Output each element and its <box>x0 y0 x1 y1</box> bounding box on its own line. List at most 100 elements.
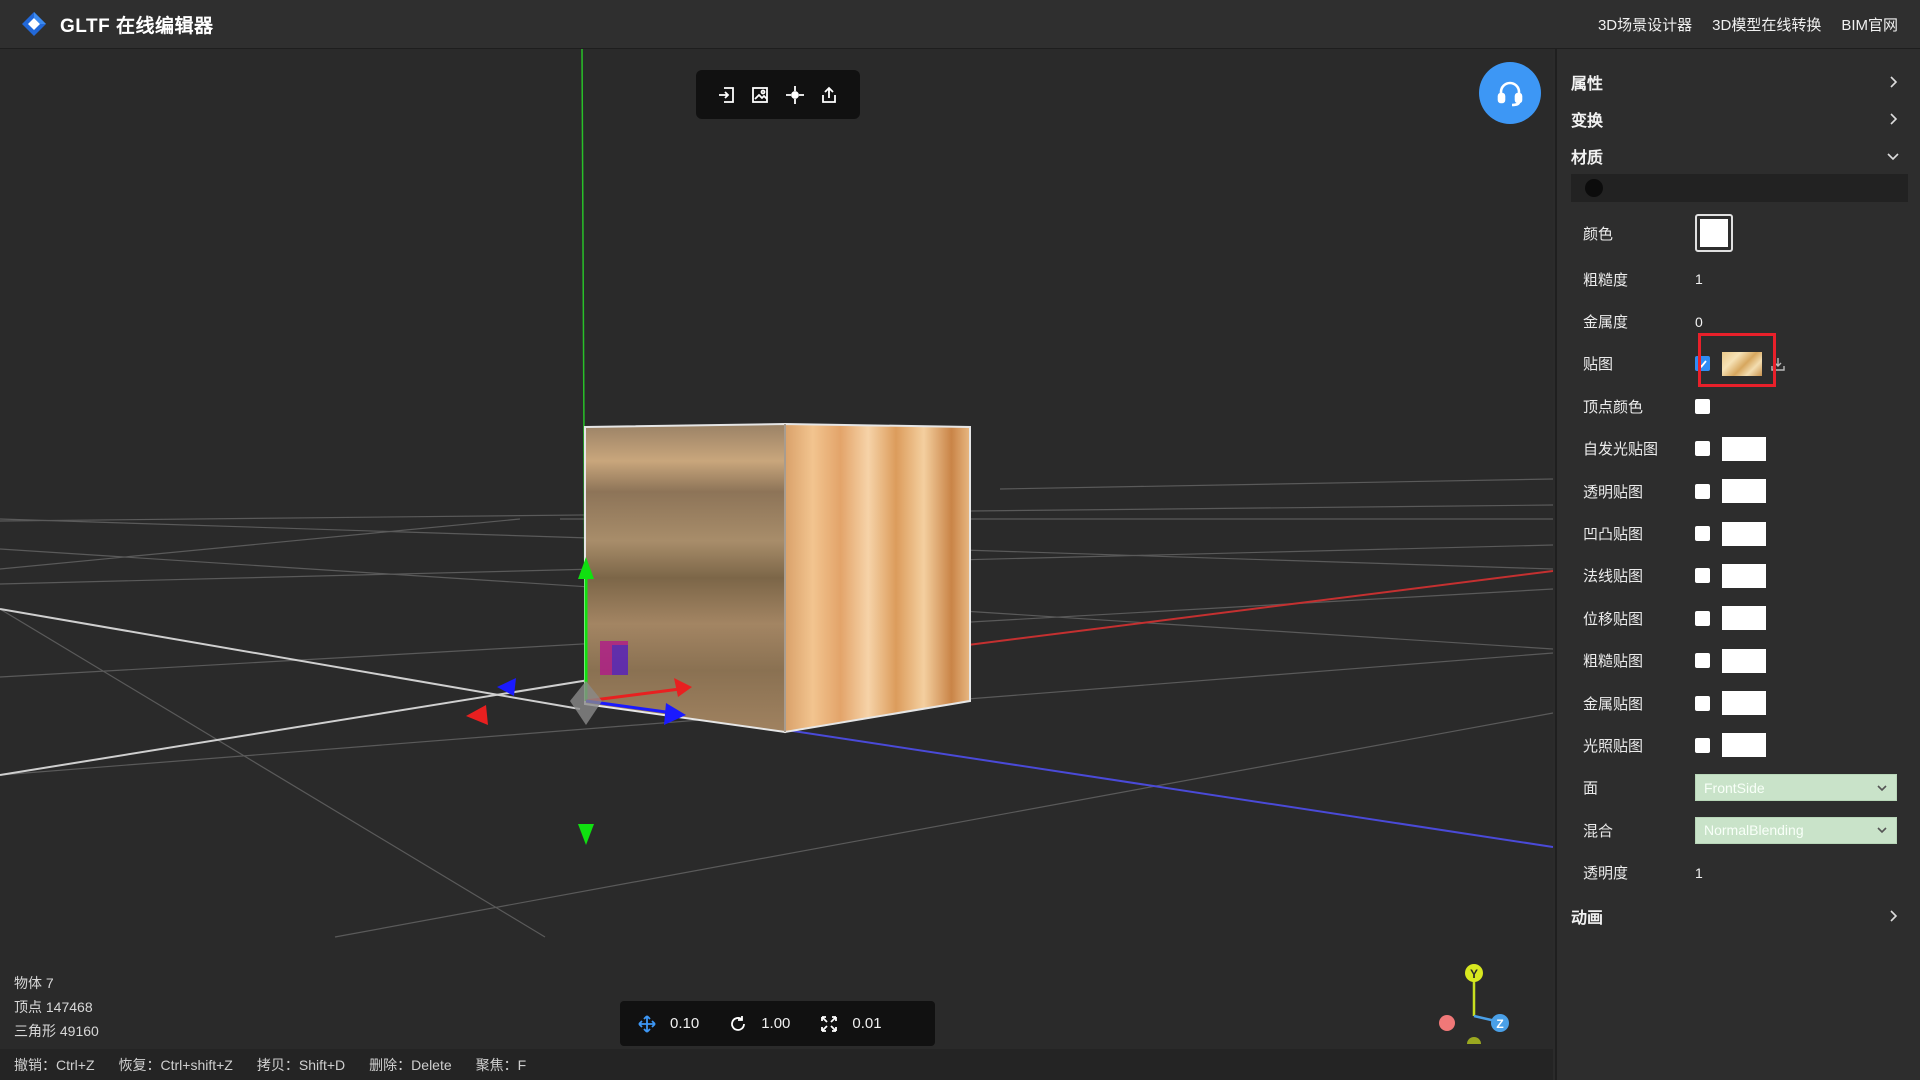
section-properties[interactable]: 属性 <box>1557 63 1920 100</box>
object-count: 物体 7 <box>14 975 54 991</box>
snap-scale-value[interactable]: 0.01 <box>852 1015 881 1032</box>
section-animation-title: 动画 <box>1571 910 1604 928</box>
chevron-right-icon <box>1890 112 1898 125</box>
chevron-down-icon <box>1887 152 1899 160</box>
row-normal-map: 法线贴图 <box>1557 555 1920 597</box>
material-preview-bar[interactable] <box>1571 174 1908 202</box>
focus-icon[interactable] <box>782 82 808 108</box>
alpha-map-checkbox[interactable] <box>1695 483 1710 499</box>
row-emissive-map-label: 自发光贴图 <box>1583 441 1659 459</box>
image-export-icon[interactable] <box>748 82 774 108</box>
row-emissive-map: 自发光贴图 <box>1557 428 1920 470</box>
chevron-right-icon <box>1890 75 1898 88</box>
top-nav: 3D场景设计器 3D模型在线转换 BIM官网 <box>1598 0 1898 49</box>
world-z-axis <box>779 728 1553 848</box>
move-icon[interactable] <box>636 1013 658 1035</box>
app-title: GLTF 在线编辑器 <box>60 15 214 37</box>
snap-rotate-value[interactable]: 1.00 <box>761 1015 790 1032</box>
row-opacity: 透明度 1 <box>1557 851 1920 893</box>
share-icon[interactable] <box>816 82 842 108</box>
bump-map-slot[interactable] <box>1722 521 1766 546</box>
row-roughness: 粗糙度 1 <box>1557 258 1920 300</box>
row-color-label: 颜色 <box>1583 225 1614 243</box>
row-blending: 混合 NormalBlending <box>1557 809 1920 851</box>
nav-scene-designer[interactable]: 3D场景设计器 <box>1598 14 1692 35</box>
side-select[interactable]: FrontSide <box>1695 774 1897 802</box>
metalness-map-slot[interactable] <box>1722 691 1766 716</box>
3d-viewport[interactable]: 物体 7 顶点 147468 三角形 49160 0.10 1.00 0.01 <box>0 49 1553 1049</box>
row-alpha-map-label: 透明贴图 <box>1583 483 1644 501</box>
shortcut-focus: 聚焦：F <box>475 1056 527 1073</box>
section-properties-title: 属性 <box>1571 75 1604 93</box>
section-material[interactable]: 材质 <box>1557 137 1920 174</box>
gizmo-neg-y-handle <box>1467 1037 1481 1049</box>
gizmo-z-label: Z <box>1496 1017 1503 1031</box>
section-animation[interactable]: 动画 <box>1557 898 1920 935</box>
highlight-box <box>1698 332 1776 387</box>
orientation-gizmo[interactable]: Y Z <box>1430 944 1510 1049</box>
row-metalness-map: 金属贴图 <box>1557 682 1920 724</box>
row-roughness-map-label: 粗糙贴图 <box>1583 653 1644 671</box>
row-light-map: 光照贴图 <box>1557 724 1920 766</box>
row-normal-map-label: 法线贴图 <box>1583 568 1644 586</box>
vertex-count: 顶点 147468 <box>14 999 93 1015</box>
row-vertex-colors: 顶点颜色 <box>1557 385 1920 427</box>
light-map-checkbox[interactable] <box>1695 737 1710 753</box>
row-metalness-map-label: 金属贴图 <box>1583 695 1644 713</box>
world-x-axis <box>959 570 1553 647</box>
side-select-value: FrontSide <box>1704 779 1765 796</box>
nav-model-converter[interactable]: 3D模型在线转换 <box>1712 14 1821 35</box>
nav-bim-site[interactable]: BIM官网 <box>1841 14 1898 35</box>
emissive-map-checkbox[interactable] <box>1695 441 1710 457</box>
row-opacity-label: 透明度 <box>1583 865 1629 883</box>
displacement-map-checkbox[interactable] <box>1695 610 1710 626</box>
row-displacement-map: 位移贴图 <box>1557 597 1920 639</box>
scale-icon[interactable] <box>818 1013 840 1035</box>
vertex-colors-checkbox[interactable] <box>1695 398 1710 414</box>
top-bar: GLTF 在线编辑器 3D场景设计器 3D模型在线转换 BIM官网 <box>0 0 1920 49</box>
normal-map-slot[interactable] <box>1722 563 1766 588</box>
snap-translate-value[interactable]: 0.10 <box>670 1015 699 1032</box>
material-rows: 颜色 粗糙度 1 金属度 0 贴图 顶点颜色 自发光贴图 透明贴图 凹凸贴图 法… <box>1557 202 1920 894</box>
section-transform[interactable]: 变换 <box>1557 100 1920 137</box>
chevron-down-icon <box>1877 785 1887 792</box>
shortcut-hints: 撤销：Ctrl+Z 恢复：Ctrl+shift+Z 拷贝：Shift+D 删除：… <box>0 1049 1553 1080</box>
roughness-map-checkbox[interactable] <box>1695 653 1710 669</box>
gizmo-x-handle <box>1439 1015 1455 1031</box>
roughness-map-slot[interactable] <box>1722 648 1766 673</box>
row-displacement-map-label: 位移贴图 <box>1583 610 1644 628</box>
row-bump-map-label: 凹凸贴图 <box>1583 526 1644 544</box>
row-blending-label: 混合 <box>1583 822 1614 840</box>
row-light-map-label: 光照贴图 <box>1583 737 1644 755</box>
scene-stats: 物体 7 顶点 147468 三角形 49160 <box>14 971 99 1043</box>
emissive-map-slot[interactable] <box>1722 436 1766 461</box>
color-picker[interactable] <box>1695 214 1733 252</box>
row-vertex-colors-label: 顶点颜色 <box>1583 398 1644 416</box>
opacity-input[interactable]: 1 <box>1695 865 1703 881</box>
normal-map-checkbox[interactable] <box>1695 568 1710 584</box>
bump-map-checkbox[interactable] <box>1695 526 1710 542</box>
displacement-map-slot[interactable] <box>1722 606 1766 631</box>
gizmo-y-label: Y <box>1470 967 1478 981</box>
metalness-map-checkbox[interactable] <box>1695 695 1710 711</box>
alpha-map-slot[interactable] <box>1722 479 1766 504</box>
scene-canvas[interactable] <box>0 49 1553 1049</box>
snap-scale: 0.01 <box>818 1013 882 1035</box>
logo-icon <box>20 10 48 38</box>
blending-select[interactable]: NormalBlending <box>1695 816 1897 844</box>
metalness-input[interactable]: 0 <box>1695 314 1703 330</box>
snap-settings-bar: 0.10 1.00 0.01 <box>620 1001 935 1046</box>
textured-cube[interactable] <box>584 422 971 734</box>
light-map-slot[interactable] <box>1722 733 1766 758</box>
import-icon[interactable] <box>714 82 740 108</box>
row-map: 贴图 <box>1557 332 1920 387</box>
material-preview-dot <box>1585 179 1603 197</box>
row-metalness-label: 金属度 <box>1583 314 1629 332</box>
rotate-icon[interactable] <box>727 1013 749 1035</box>
row-color: 颜色 <box>1557 208 1920 258</box>
row-map-label: 贴图 <box>1583 356 1614 374</box>
customer-support-button[interactable] <box>1479 62 1541 124</box>
roughness-input[interactable]: 1 <box>1695 271 1703 287</box>
row-side-label: 面 <box>1583 780 1599 798</box>
logo[interactable]: GLTF 在线编辑器 <box>20 10 213 38</box>
